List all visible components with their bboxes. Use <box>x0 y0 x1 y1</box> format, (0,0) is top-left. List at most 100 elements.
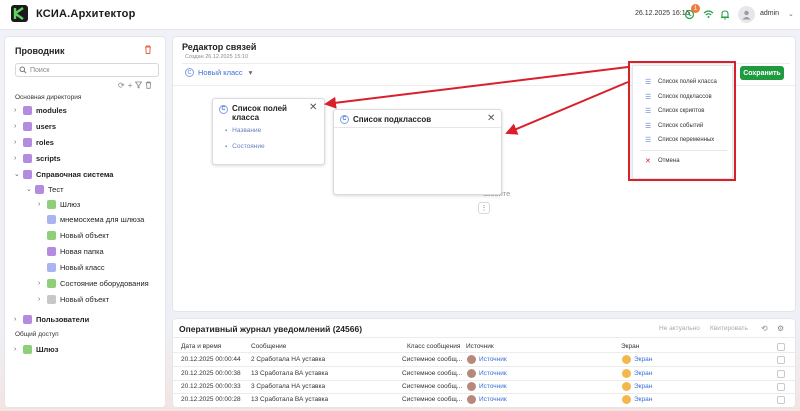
chevron-down-icon[interactable]: ▾ <box>249 68 253 77</box>
bell-icon[interactable] <box>719 8 731 20</box>
screen-icon <box>47 214 56 224</box>
col-header-screen[interactable]: Экран <box>621 343 639 350</box>
user-icon[interactable] <box>738 6 755 23</box>
tree-item-shared-gateway[interactable]: › Шлюз <box>14 343 58 355</box>
tree-item-mnemoscheme[interactable]: мнемосхема для шлюза <box>47 213 144 225</box>
card-header: C Список полей класса <box>219 104 302 122</box>
field-dot-icon: ▪ <box>225 143 228 150</box>
chevron-right-icon[interactable]: › <box>38 280 47 287</box>
chevron-right-icon[interactable]: › <box>14 123 23 130</box>
chevron-right-icon[interactable]: › <box>14 139 23 146</box>
settings-icon[interactable]: ⚙ <box>777 324 784 333</box>
source-avatar <box>467 395 476 404</box>
search-field[interactable] <box>15 63 159 77</box>
refresh-icon[interactable]: ⟳ <box>118 81 125 91</box>
screen-avatar <box>622 355 631 364</box>
object-icon <box>47 199 56 209</box>
screen-avatar <box>622 382 631 391</box>
tree-item-scripts[interactable]: › scripts <box>14 152 61 164</box>
journal-title: Оперативный журнал уведомлений (24566) <box>179 324 363 334</box>
class-icon: C <box>185 68 194 77</box>
chevron-right-icon[interactable]: › <box>14 316 23 323</box>
wifi-icon[interactable] <box>702 8 714 20</box>
tree-item-new-object[interactable]: Новый объект <box>47 229 109 241</box>
logo-icon[interactable] <box>11 5 28 22</box>
folder-icon <box>23 137 32 147</box>
col-header-message[interactable]: Сообщение <box>251 343 286 350</box>
divider <box>173 352 795 353</box>
class-icon <box>47 262 56 272</box>
col-header-source[interactable]: Источник <box>466 343 494 350</box>
subclasses-list-card[interactable]: C Список подклассов ✕ <box>333 109 502 195</box>
acknowledge-button[interactable]: Квитировать <box>710 325 748 332</box>
screen-link[interactable]: Экран <box>634 383 652 390</box>
class-selector[interactable]: C Новый класс ▾ <box>185 68 252 77</box>
section-main-label: Основная директория <box>15 94 82 101</box>
divider <box>173 393 795 394</box>
field-item[interactable]: ▪ Состояние <box>225 143 265 150</box>
source-link[interactable]: Источник <box>479 383 507 390</box>
source-link[interactable]: Источник <box>479 356 507 363</box>
history-icon[interactable]: ⟲ <box>761 324 768 333</box>
screen-link[interactable]: Экран <box>634 396 652 403</box>
tree-item-users[interactable]: › users <box>14 120 56 132</box>
save-button[interactable]: Сохранить <box>740 66 784 80</box>
not-actual-button[interactable]: Не актуально <box>659 325 700 332</box>
source-avatar <box>467 382 476 391</box>
filter-icon[interactable] <box>135 81 143 91</box>
tree-item-new-folder[interactable]: Новая папка <box>47 245 104 257</box>
close-icon[interactable]: ✕ <box>309 102 317 113</box>
tree-item-gateway[interactable]: › Шлюз <box>38 198 80 210</box>
screen-link[interactable]: Экран <box>634 370 652 377</box>
notification-badge: 1 <box>691 4 700 13</box>
tree-item-reference-system[interactable]: ⌄ Справочная система <box>14 168 113 180</box>
sidebar-toolbar: ⟳ + <box>118 81 152 91</box>
delete-icon[interactable] <box>145 81 152 91</box>
col-header-class[interactable]: Класс сообщения <box>407 343 460 350</box>
source-link[interactable]: Источник <box>479 396 507 403</box>
folder-icon <box>23 314 32 324</box>
tree-item-new-class[interactable]: Новый класс <box>47 261 105 273</box>
row-checkbox[interactable] <box>777 370 785 378</box>
trash-icon[interactable] <box>144 45 152 56</box>
tree-item-test[interactable]: ⌄ Тест <box>26 183 64 195</box>
tree-item-equipment-state[interactable]: › Состояние оборудования <box>38 277 149 289</box>
search-input[interactable] <box>30 65 154 76</box>
tree-item-modules[interactable]: › modules <box>14 104 67 116</box>
fields-list-card[interactable]: C Список полей класса ✕ ▪ Название ▪ Состо… <box>212 98 325 165</box>
tree-item-roles[interactable]: › roles <box>14 136 54 148</box>
screen-avatar <box>622 369 631 378</box>
plus-icon[interactable]: + <box>128 81 133 91</box>
chevron-right-icon[interactable]: › <box>38 296 47 303</box>
tree-item-users-folder[interactable]: › Пользователи <box>14 313 89 325</box>
screen-link[interactable]: Экран <box>634 356 652 363</box>
chevron-right-icon[interactable]: › <box>14 107 23 114</box>
field-dot-icon: ▪ <box>225 127 228 134</box>
folder-icon <box>47 246 56 256</box>
search-icon <box>19 66 27 76</box>
source-link[interactable]: Источник <box>479 370 507 377</box>
kebab-icon[interactable]: ⋮ <box>478 202 490 214</box>
explorer-sidebar: Проводник ⟳ + Основная директория ›modul… <box>4 36 166 408</box>
chevron-right-icon[interactable]: › <box>14 346 23 353</box>
row-checkbox[interactable] <box>777 396 785 404</box>
notifications-journal: Оперативный журнал уведомлений (24566) Н… <box>172 318 796 408</box>
chevron-down-icon[interactable]: ⌄ <box>26 185 35 193</box>
chevron-right-icon[interactable]: › <box>14 155 23 162</box>
row-checkbox[interactable] <box>777 356 785 364</box>
row-checkbox[interactable] <box>777 383 785 391</box>
chevron-down-icon[interactable]: ⌄ <box>14 170 23 178</box>
select-all-checkbox[interactable] <box>777 343 785 351</box>
chevron-down-icon[interactable]: ⌄ <box>788 10 794 18</box>
chevron-right-icon[interactable]: › <box>38 201 47 208</box>
folder-icon <box>23 105 32 115</box>
username[interactable]: admin <box>760 10 779 17</box>
field-item[interactable]: ▪ Название <box>225 127 261 134</box>
divider <box>173 366 795 367</box>
col-header-datetime[interactable]: Дата и время <box>181 343 221 350</box>
object-icon <box>47 230 56 240</box>
tree-item-new-object-2[interactable]: › Новый объект <box>38 293 109 305</box>
close-icon[interactable]: ✕ <box>487 113 495 124</box>
folder-icon <box>23 121 32 131</box>
card-header: C Список подклассов <box>340 115 431 124</box>
